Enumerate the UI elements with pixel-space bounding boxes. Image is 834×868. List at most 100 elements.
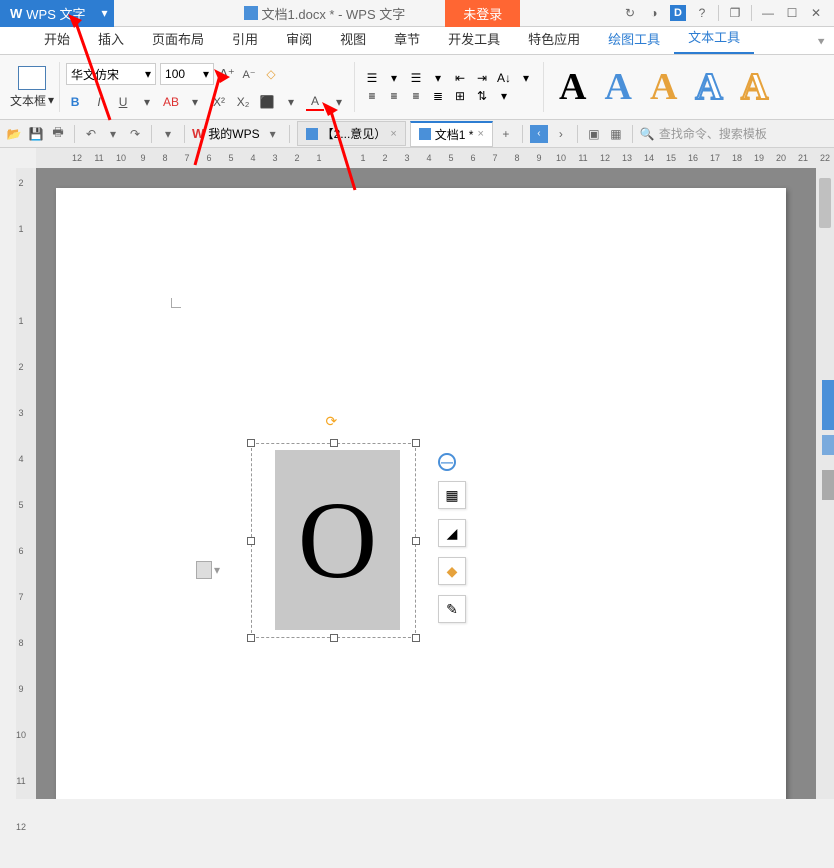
print-icon[interactable]: 🖶 <box>49 125 67 143</box>
resize-handle-ml[interactable] <box>247 537 255 545</box>
rotate-handle-icon[interactable]: ⟳ <box>326 413 342 429</box>
italic-button[interactable]: I <box>90 93 108 111</box>
nav-next-icon[interactable]: › <box>552 125 570 143</box>
outline-icon[interactable]: ✎ <box>438 595 466 623</box>
wordart-style-4[interactable]: A <box>695 65 722 109</box>
side-panel-tab[interactable] <box>822 380 834 430</box>
textbox-content[interactable]: O <box>275 450 400 630</box>
collapse-toolbar-icon[interactable]: — <box>438 453 456 471</box>
align-justify-icon[interactable]: ≣ <box>429 89 447 103</box>
task-pane-icon[interactable]: ▦ <box>607 125 625 143</box>
wordart-style-3[interactable]: A <box>650 65 677 109</box>
search-box[interactable]: 🔍 查找命令、搜索模板 <box>640 125 767 142</box>
redo-icon[interactable]: ↷ <box>126 125 144 143</box>
resize-handle-bl[interactable] <box>247 634 255 642</box>
app-menu-dropdown[interactable]: ▾ <box>96 0 114 27</box>
restore-icon[interactable]: ❐ <box>727 5 743 21</box>
shape-fill-icon[interactable]: ◆ <box>438 557 466 585</box>
resize-handle-br[interactable] <box>412 634 420 642</box>
resize-handle-tr[interactable] <box>412 439 420 447</box>
numbering-dropdown[interactable]: ▾ <box>429 71 447 85</box>
numbering-icon[interactable]: ☰ <box>407 71 425 85</box>
side-panel-btn-1[interactable] <box>822 435 834 455</box>
open-icon[interactable]: 📂 <box>5 125 23 143</box>
tab-insert[interactable]: 插入 <box>84 23 138 54</box>
settings-icon[interactable]: ◑ <box>646 5 662 21</box>
highlight-button[interactable]: ⬛ <box>258 93 276 111</box>
sync-icon[interactable]: ↻ <box>622 5 638 21</box>
textbox-icon[interactable] <box>18 66 46 90</box>
line-spacing-dropdown[interactable]: ▾ <box>495 89 513 103</box>
line-spacing-icon[interactable]: ⇅ <box>473 89 491 103</box>
tab-draw-tools[interactable]: 绘图工具 <box>594 23 674 54</box>
close-icon[interactable]: ✕ <box>808 5 824 21</box>
scrollbar-thumb[interactable] <box>819 178 831 228</box>
bullets-dropdown[interactable]: ▾ <box>385 71 403 85</box>
align-distribute-icon[interactable]: ⊞ <box>451 89 469 103</box>
layout-options-icon[interactable]: ▦ <box>438 481 466 509</box>
wordart-style-2[interactable]: A <box>605 65 632 109</box>
minimize-icon[interactable]: — <box>760 5 776 21</box>
underline-dropdown[interactable]: ▾ <box>138 93 156 111</box>
nav-prev-icon[interactable]: ‹ <box>530 125 548 143</box>
align-left-icon[interactable]: ≡ <box>363 89 381 103</box>
sort-dropdown[interactable]: ▾ <box>517 71 535 85</box>
resize-handle-bm[interactable] <box>330 634 338 642</box>
resize-handle-tm[interactable] <box>330 439 338 447</box>
ribbon-collapse-icon[interactable]: ⯆ <box>808 31 834 54</box>
font-color-button[interactable]: A <box>306 93 324 111</box>
indent-left-icon[interactable]: ⇤ <box>451 71 469 85</box>
strikethrough-dropdown[interactable]: ▾ <box>186 93 204 111</box>
bold-button[interactable]: B <box>66 93 84 111</box>
sort-icon[interactable]: A↓ <box>495 71 513 85</box>
font-size-select[interactable]: 100▾ <box>160 63 214 85</box>
decrease-font-icon[interactable]: A⁻ <box>240 65 258 83</box>
ruler-vertical[interactable]: 21123456789101112 <box>16 168 36 799</box>
help-icon[interactable]: ? <box>694 5 710 21</box>
side-panel-btn-2[interactable] <box>822 470 834 500</box>
new-tab-icon[interactable]: + <box>497 125 515 143</box>
page[interactable]: ⟳ O ▾ — <box>56 188 786 799</box>
font-name-select[interactable]: 华文仿宋▾ <box>66 63 156 85</box>
d-badge-icon[interactable]: D <box>670 5 686 21</box>
resize-handle-tl[interactable] <box>247 439 255 447</box>
underline-button[interactable]: U <box>114 93 132 111</box>
tab-special[interactable]: 特色应用 <box>514 23 594 54</box>
wordart-style-1[interactable]: A <box>559 65 586 109</box>
my-wps-dropdown[interactable]: ▾ <box>264 125 282 143</box>
font-color-dropdown[interactable]: ▾ <box>330 93 348 111</box>
tab-chapter[interactable]: 章节 <box>380 23 434 54</box>
increase-font-icon[interactable]: A⁺ <box>218 65 236 83</box>
doc-tab-1[interactable]: 【2...意见） × <box>297 121 406 146</box>
undo-icon[interactable]: ↶ <box>82 125 100 143</box>
align-center-icon[interactable]: ≡ <box>385 89 403 103</box>
tab-review[interactable]: 审阅 <box>272 23 326 54</box>
tab-start[interactable]: 开始 <box>30 23 84 54</box>
wordart-style-5[interactable]: A <box>741 65 768 109</box>
indent-right-icon[interactable]: ⇥ <box>473 71 491 85</box>
maximize-icon[interactable]: ☐ <box>784 5 800 21</box>
undo-dropdown[interactable]: ▾ <box>104 125 122 143</box>
bullets-icon[interactable]: ☰ <box>363 71 381 85</box>
login-button[interactable]: 未登录 <box>445 0 520 27</box>
strikethrough-button[interactable]: AB <box>162 93 180 111</box>
selected-textbox[interactable]: ⟳ O <box>251 443 416 638</box>
tab-dev-tools[interactable]: 开发工具 <box>434 23 514 54</box>
clear-format-icon[interactable]: ◇ <box>262 65 280 83</box>
paste-dropdown-icon[interactable]: ▾ <box>214 563 220 577</box>
doc-tab-close-icon[interactable]: × <box>477 128 483 140</box>
textbox-label[interactable]: 文本框▾ <box>10 92 54 109</box>
tab-view[interactable]: 视图 <box>326 23 380 54</box>
superscript-button[interactable]: X² <box>210 93 228 111</box>
my-wps-label[interactable]: 我的WPS <box>208 125 259 142</box>
highlight-dropdown[interactable]: ▾ <box>282 93 300 111</box>
doc-tab-close-icon[interactable]: × <box>390 128 396 140</box>
view-mode-icon[interactable]: ▣ <box>585 125 603 143</box>
fill-icon[interactable]: ◢ <box>438 519 466 547</box>
wps-logo[interactable]: W <box>192 126 204 141</box>
paste-options[interactable]: ▾ <box>196 561 220 579</box>
tab-reference[interactable]: 引用 <box>218 23 272 54</box>
align-right-icon[interactable]: ≡ <box>407 89 425 103</box>
format-painter-icon[interactable]: ▾ <box>159 125 177 143</box>
subscript-button[interactable]: X₂ <box>234 93 252 111</box>
